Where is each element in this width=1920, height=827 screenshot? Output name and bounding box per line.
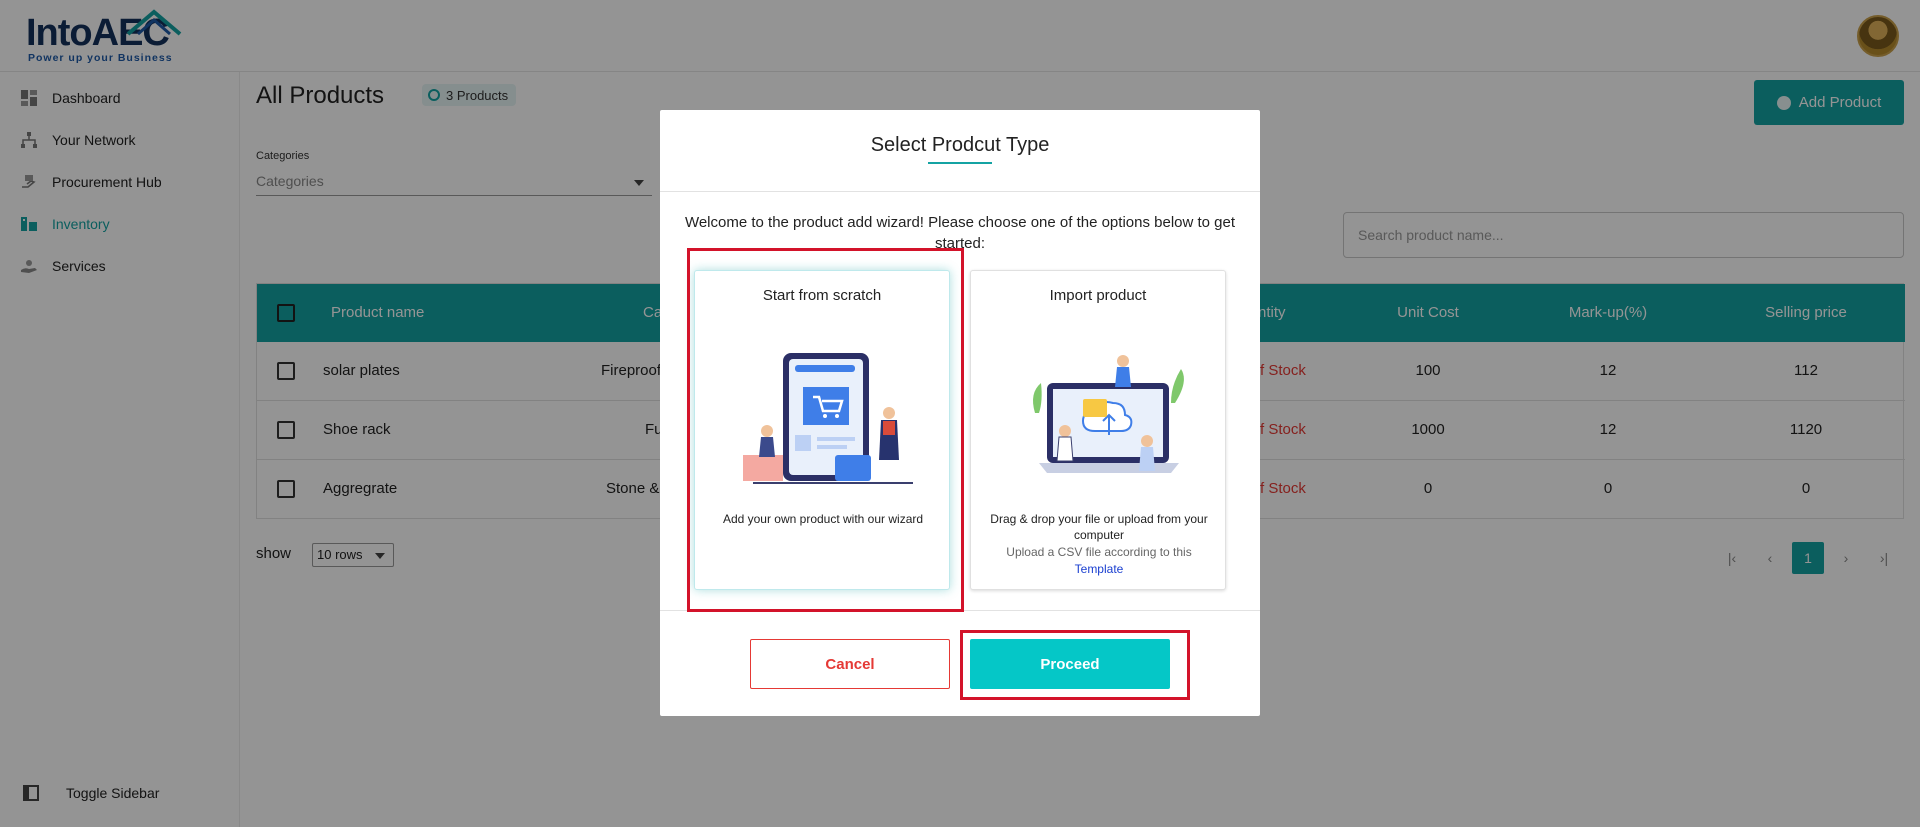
option-description: Drag & drop your file or upload from you… [990,512,1208,542]
divider [660,191,1260,192]
highlight-box-start-from-scratch [687,248,964,612]
modal-title: Select Prodcut Type [870,134,1050,156]
laptop-upload-illustration-icon [1033,355,1184,473]
import-product-option[interactable]: Import product Drag & drop your file or … [970,270,1226,590]
title-underline [928,162,992,164]
highlight-box-proceed [960,630,1190,700]
option-title: Import product [1049,287,1147,304]
cancel-button[interactable]: Cancel [750,639,950,689]
option-subtext: Upload a CSV file according to this [1006,545,1192,559]
template-link[interactable]: Template [981,561,1217,577]
